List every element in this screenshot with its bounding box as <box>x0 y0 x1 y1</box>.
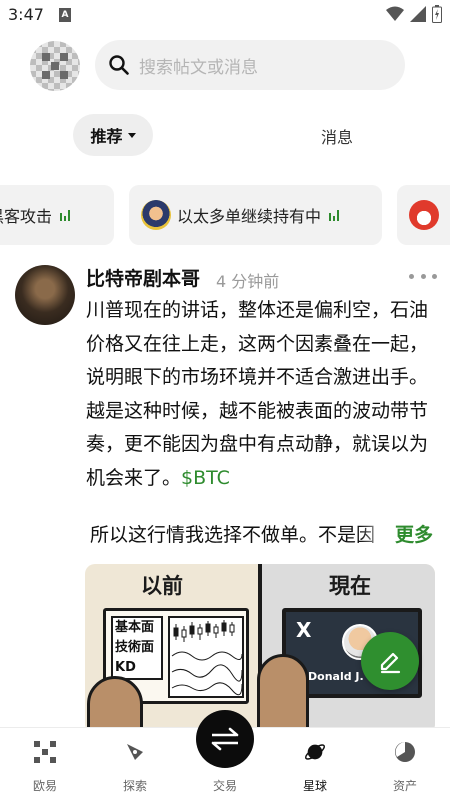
post-body-continued: 所以这行情我选择不做单。不是因 <box>90 524 376 546</box>
image-person-left <box>87 676 143 734</box>
nav-item-assets[interactable]: 资产 <box>360 728 450 801</box>
trending-topics: 元黑客攻击 以太多单继续持有中 <box>0 185 450 245</box>
status-time: 3:47 <box>8 5 44 24</box>
image-candlestick-chart <box>168 616 244 698</box>
more-options-icon[interactable] <box>409 266 437 286</box>
post-body-text: 川普现在的讲话，整体还是偏利空，石油价格又在往上走，这两个因素叠在一起，说明眼下… <box>86 299 429 489</box>
image-left-title: 以前 <box>141 574 183 598</box>
nav-item-explore[interactable]: 探索 <box>90 728 180 801</box>
nav-label: 欧易 <box>32 779 57 793</box>
search-placeholder: 搜索帖文或消息 <box>139 57 258 78</box>
tab-recommend-label: 推荐 <box>90 127 123 146</box>
image-name-text: Donald J. <box>308 670 364 683</box>
nav-label: 探索 <box>122 779 147 793</box>
trending-chip[interactable]: 元黑客攻击 <box>0 185 114 245</box>
trade-button[interactable] <box>196 710 254 768</box>
trending-chip[interactable] <box>397 185 450 245</box>
tab-recommend[interactable]: 推荐 <box>73 114 153 156</box>
post-author[interactable]: 比特帝剧本哥 <box>86 264 200 291</box>
caret-down-icon <box>127 132 136 138</box>
planet-icon <box>304 741 326 763</box>
image-label: KD <box>115 660 136 675</box>
nav-label: 星球 <box>302 779 327 793</box>
tab-messages[interactable]: 消息 <box>300 124 374 148</box>
okx-logo-icon <box>42 53 68 79</box>
post-body[interactable]: 川普现在的讲话，整体还是偏利空，石油价格又在往上走，这两个因素叠在一起，说明眼下… <box>86 294 436 495</box>
search-icon <box>109 55 129 75</box>
nav-item-planet[interactable]: 星球 <box>270 728 360 801</box>
trending-bars-icon <box>329 209 340 221</box>
notification-a-icon: A <box>59 8 71 22</box>
post-time: 4 分钟前 <box>216 272 280 291</box>
chip-avatar <box>141 200 171 230</box>
pie-chart-icon <box>394 741 416 763</box>
compass-icon <box>124 741 146 763</box>
image-left-labels: 基本面 技術面 KD <box>111 616 163 680</box>
see-more-link[interactable]: 更多 <box>395 520 433 547</box>
battery-icon <box>432 5 442 23</box>
text-fade <box>360 519 392 552</box>
swap-arrows-icon <box>211 727 239 751</box>
author-avatar[interactable] <box>15 265 75 325</box>
wifi-icon <box>386 6 404 21</box>
status-bar: 3:47 A <box>0 0 450 30</box>
nav-label: 交易 <box>212 779 237 793</box>
signal-icon <box>410 6 426 22</box>
image-person-right <box>257 654 309 734</box>
trending-chip-label: 元黑客攻击 <box>0 207 53 226</box>
chip-avatar <box>409 200 439 230</box>
trending-chip[interactable]: 以太多单继续持有中 <box>129 185 382 245</box>
x-logo-text: X <box>296 618 312 642</box>
trending-chip-label: 以太多单继续持有中 <box>177 207 322 226</box>
candlestick-icon <box>171 620 243 696</box>
okx-avatar[interactable] <box>30 41 80 91</box>
cashtag-link[interactable]: $BTC <box>181 467 230 489</box>
nav-item-okx[interactable]: 欧易 <box>0 728 90 801</box>
nav-label: 资产 <box>392 779 417 793</box>
okx-logo-icon <box>34 741 56 763</box>
trending-bars-icon <box>60 209 71 221</box>
compose-button[interactable] <box>361 632 419 690</box>
search-input[interactable]: 搜索帖文或消息 <box>95 40 405 90</box>
image-right-title: 現在 <box>329 574 371 598</box>
image-label: 技術面 <box>115 640 155 655</box>
status-icons <box>386 5 442 23</box>
pencil-icon <box>380 652 401 674</box>
image-label: 基本面 <box>115 620 155 635</box>
